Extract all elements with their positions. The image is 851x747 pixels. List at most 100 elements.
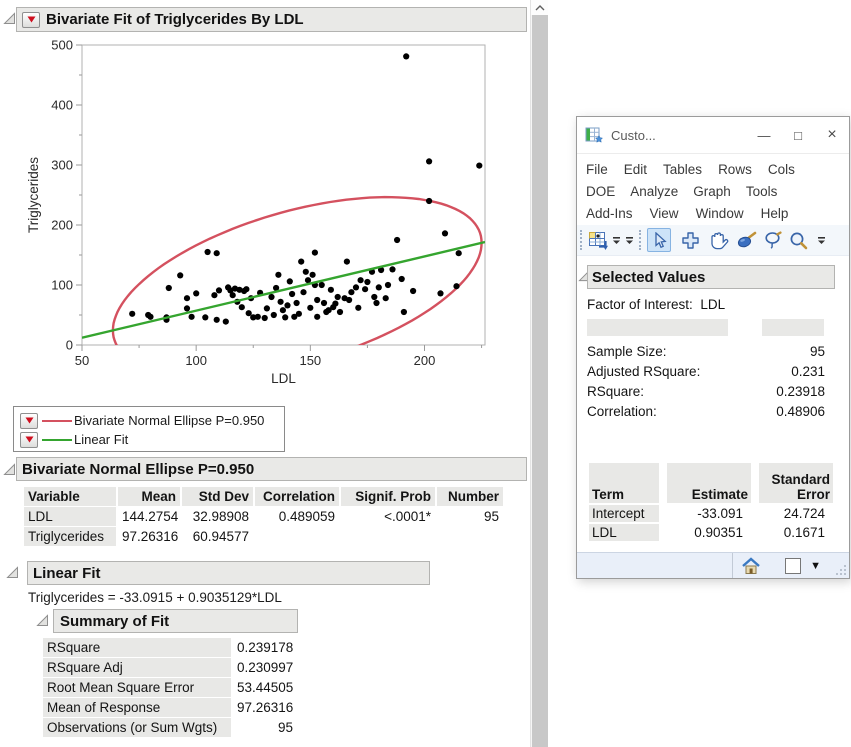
data-point[interactable] — [211, 292, 217, 298]
menu-file[interactable]: File — [586, 159, 608, 181]
toolbar-overflow-icon[interactable] — [625, 234, 634, 246]
data-point[interactable] — [453, 283, 459, 289]
window-state-checkbox[interactable] — [785, 558, 801, 574]
data-point[interactable] — [268, 294, 274, 300]
data-point[interactable] — [282, 314, 288, 320]
toolbar-overflow-icon[interactable] — [612, 234, 621, 246]
data-point[interactable] — [275, 272, 281, 278]
menu-edit[interactable]: Edit — [624, 159, 647, 181]
data-point[interactable] — [166, 285, 172, 291]
data-point[interactable] — [271, 312, 277, 318]
move-tool-icon[interactable] — [681, 231, 700, 250]
disclosure-icon-report[interactable] — [3, 12, 16, 25]
menu-analyze[interactable]: Analyze — [630, 181, 678, 203]
window-title-bar[interactable]: Custo... — □ × — [577, 117, 849, 154]
data-point[interactable] — [355, 305, 361, 311]
data-point[interactable] — [358, 277, 364, 283]
data-point[interactable] — [214, 317, 220, 323]
data-point[interactable] — [189, 314, 195, 320]
data-point[interactable] — [214, 250, 220, 256]
menu-tables[interactable]: Tables — [663, 159, 702, 181]
menu-rows[interactable]: Rows — [718, 159, 752, 181]
resize-grip[interactable] — [835, 564, 847, 576]
lasso-tool-icon[interactable] — [764, 231, 782, 249]
data-point[interactable] — [403, 53, 409, 59]
data-point[interactable] — [335, 294, 341, 300]
menu-addins[interactable]: Add-Ins — [586, 203, 633, 225]
data-point[interactable] — [147, 314, 153, 320]
minimize-button[interactable]: — — [747, 117, 781, 153]
vertical-scrollbar[interactable] — [530, 0, 548, 747]
data-point[interactable] — [456, 250, 462, 256]
data-point[interactable] — [399, 276, 405, 282]
menu-window[interactable]: Window — [696, 203, 744, 225]
data-point[interactable] — [223, 319, 229, 325]
data-point[interactable] — [353, 284, 359, 290]
data-point[interactable] — [332, 301, 338, 307]
data-point[interactable] — [314, 314, 320, 320]
data-point[interactable] — [278, 299, 284, 305]
data-point[interactable] — [264, 305, 270, 311]
data-point[interactable] — [262, 315, 268, 321]
linear-fit-line[interactable] — [82, 242, 485, 338]
data-point[interactable] — [255, 314, 261, 320]
data-point[interactable] — [246, 310, 252, 316]
data-point[interactable] — [296, 311, 302, 317]
data-point[interactable] — [284, 302, 290, 308]
scrollbar-up-button[interactable] — [531, 0, 548, 15]
menu-doe[interactable]: DOE — [586, 181, 615, 203]
data-point[interactable] — [294, 300, 300, 306]
menu-tools[interactable]: Tools — [746, 181, 778, 203]
menu-help[interactable]: Help — [761, 203, 789, 225]
hand-tool-icon[interactable] — [708, 231, 729, 250]
new-data-table-icon[interactable] — [588, 230, 608, 250]
data-point[interactable] — [129, 311, 135, 317]
data-point[interactable] — [280, 307, 286, 313]
data-point[interactable] — [184, 305, 190, 311]
data-point[interactable] — [310, 272, 316, 278]
data-point[interactable] — [437, 290, 443, 296]
data-point[interactable] — [426, 198, 432, 204]
data-point[interactable] — [314, 297, 320, 303]
data-point[interactable] — [376, 284, 382, 290]
data-point[interactable] — [239, 304, 245, 310]
data-point[interactable] — [476, 163, 482, 169]
magnifier-tool-icon[interactable] — [789, 231, 808, 250]
menu-view[interactable]: View — [650, 203, 679, 225]
brush-tool-icon[interactable] — [736, 231, 757, 249]
data-point[interactable] — [371, 294, 377, 300]
data-point[interactable] — [289, 291, 295, 297]
data-point[interactable] — [303, 269, 309, 275]
data-point[interactable] — [300, 289, 306, 295]
data-point[interactable] — [346, 297, 352, 303]
arrow-tool-icon[interactable] — [647, 228, 671, 252]
data-point[interactable] — [287, 278, 293, 284]
data-point[interactable] — [410, 288, 416, 294]
disclosure-icon-ellipse-section[interactable] — [3, 463, 16, 476]
scrollbar-thumb[interactable] — [532, 15, 548, 747]
data-point[interactable] — [401, 309, 407, 315]
data-point[interactable] — [394, 237, 400, 243]
dropdown-triangle-icon[interactable]: ▼ — [810, 560, 821, 572]
data-point[interactable] — [328, 287, 334, 293]
data-point[interactable] — [385, 282, 391, 288]
maximize-button[interactable]: □ — [781, 117, 815, 153]
close-button[interactable]: × — [815, 117, 849, 153]
data-point[interactable] — [373, 300, 379, 306]
data-point[interactable] — [364, 279, 370, 285]
toolbar-grip[interactable] — [639, 230, 641, 250]
disclosure-icon-summary[interactable] — [36, 614, 49, 627]
red-triangle-menu-button[interactable] — [20, 413, 38, 429]
disclosure-icon-linear-fit[interactable] — [6, 566, 19, 579]
data-point[interactable] — [202, 314, 208, 320]
data-point[interactable] — [348, 289, 354, 295]
data-point[interactable] — [243, 286, 249, 292]
toolbar-grip[interactable] — [580, 230, 582, 250]
data-point[interactable] — [389, 266, 395, 272]
data-point[interactable] — [177, 272, 183, 278]
data-point[interactable] — [337, 309, 343, 315]
data-point[interactable] — [184, 295, 190, 301]
red-triangle-menu-button[interactable] — [22, 12, 40, 28]
data-point[interactable] — [319, 282, 325, 288]
data-point[interactable] — [205, 249, 211, 255]
